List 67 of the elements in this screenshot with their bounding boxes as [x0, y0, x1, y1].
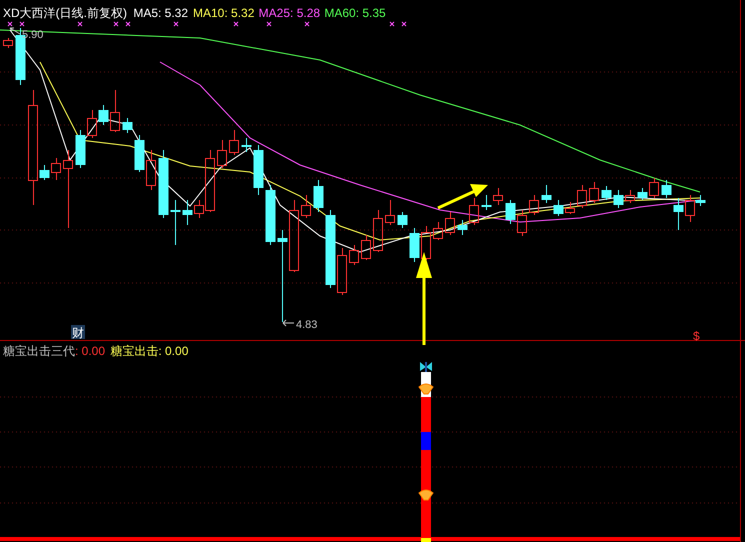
high-price-arrow-icon	[10, 28, 20, 34]
candlestick	[554, 200, 564, 216]
low-price-arrow-icon	[282, 320, 294, 326]
moving-average-value: MA25: 5.28	[258, 6, 320, 20]
candlestick	[638, 188, 648, 200]
candlestick	[506, 200, 516, 224]
candlestick	[625, 190, 635, 204]
low-price-label: 4.83	[296, 319, 318, 331]
candlestick	[98, 104, 108, 126]
candlestick	[421, 226, 431, 260]
candlestick	[602, 186, 612, 200]
candlestick	[662, 180, 672, 198]
finance-badge[interactable]: 财	[71, 325, 85, 340]
indicator-value: 糖宝出击: 0.00	[110, 344, 188, 358]
candlestick	[649, 178, 659, 198]
candlestick	[469, 198, 479, 226]
candlestick	[314, 180, 324, 212]
candlestick	[217, 140, 227, 168]
arrow	[437, 184, 488, 210]
dividend-mark: $	[693, 329, 700, 343]
candlestick	[517, 210, 527, 236]
candlestick	[493, 188, 503, 206]
candlestick	[242, 138, 252, 152]
candlestick	[51, 158, 61, 180]
candlestick	[482, 194, 492, 210]
ingot-icon	[418, 490, 434, 500]
candlestick	[76, 130, 86, 168]
moving-average-value: MA60: 5.35	[324, 6, 386, 20]
candlestick	[445, 212, 455, 236]
candlestick	[170, 200, 180, 246]
candlestick	[398, 212, 408, 228]
candlestick	[577, 184, 587, 208]
candlestick	[110, 90, 120, 132]
candlestick	[349, 244, 359, 266]
candlestick	[410, 228, 420, 262]
candlestick	[229, 130, 239, 156]
high-price-label: 5.90	[22, 29, 44, 41]
moving-average-value: MA10: 5.32	[193, 6, 254, 20]
candlestick	[458, 220, 468, 236]
candlestick	[385, 200, 395, 226]
candlestick	[3, 38, 13, 48]
candlestick	[373, 210, 383, 252]
candlestick	[182, 200, 192, 226]
indicator-value: : 0.00	[75, 344, 106, 358]
indicator-value: 糖宝出击三代	[3, 344, 75, 358]
candlestick	[529, 194, 539, 216]
candlestick	[433, 222, 443, 240]
candlestick	[337, 248, 347, 296]
moving-average-value: MA5: 5.32	[133, 6, 188, 20]
candlestick	[254, 144, 264, 196]
ingot-icon	[418, 384, 434, 394]
candlestick	[134, 134, 144, 172]
candlestick	[614, 190, 624, 208]
candlestick	[301, 194, 311, 218]
candlestick	[266, 184, 276, 246]
stock-title: XD大西洋(日线.前复权)	[3, 6, 127, 20]
candlestick	[146, 150, 156, 190]
candlestick	[158, 150, 168, 218]
butterfly-icon	[420, 362, 432, 372]
candlestick	[361, 234, 371, 260]
candlestick	[122, 118, 132, 134]
candlestick	[87, 110, 97, 138]
candlestick	[542, 184, 552, 204]
candlestick	[40, 164, 50, 180]
candlestick	[565, 202, 575, 214]
candlestick	[674, 198, 684, 230]
candlestick	[589, 182, 599, 204]
